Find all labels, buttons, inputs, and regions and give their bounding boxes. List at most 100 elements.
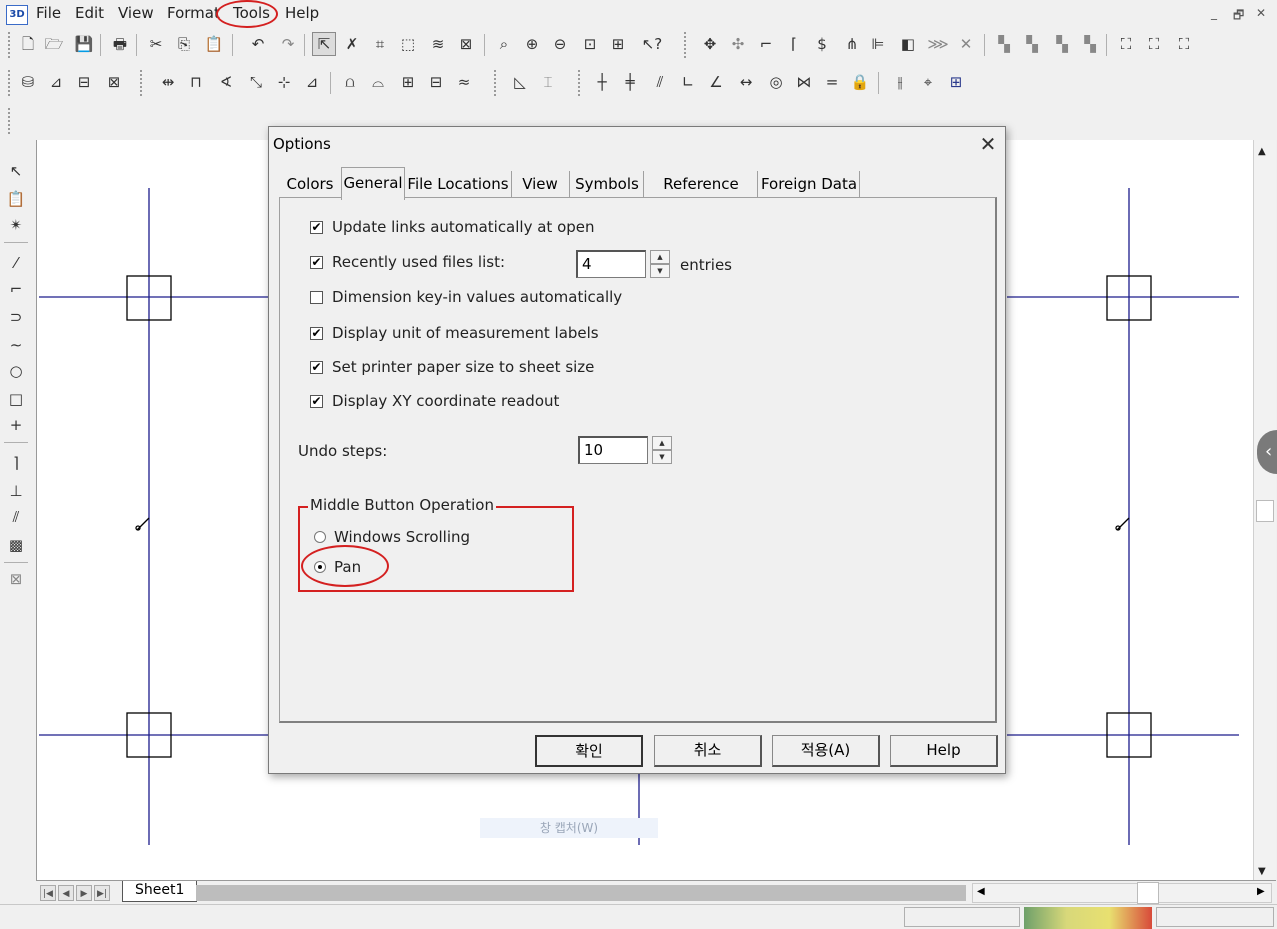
scroll-left-icon[interactable]: ◀ xyxy=(977,886,985,897)
text-edit-icon[interactable]: ⌶ xyxy=(536,70,560,94)
tab-view[interactable]: View xyxy=(511,171,570,197)
corner-icon[interactable]: ∟ xyxy=(676,70,700,94)
dim-radius-icon[interactable]: ⤡ xyxy=(244,70,268,94)
toolbar-grip[interactable] xyxy=(684,32,689,58)
tab-foreign-data[interactable]: Foreign Data xyxy=(759,171,860,197)
image-icon[interactable]: ⊠ xyxy=(454,32,478,56)
fit-icon[interactable]: ⊡ xyxy=(578,32,602,56)
wall-icon[interactable]: ⊟ xyxy=(72,70,96,94)
apply-button[interactable]: 적용(A) xyxy=(772,735,880,767)
perpendicular-icon[interactable]: ┼ xyxy=(590,70,614,94)
scroll-down-icon[interactable]: ▼ xyxy=(1258,866,1266,877)
select-all-icon[interactable]: ⬚ xyxy=(396,32,420,56)
fill-icon[interactable]: ◧ xyxy=(896,32,920,56)
extend-icon[interactable]: ⫽ xyxy=(5,506,27,528)
hatch-tool-icon[interactable]: ▩ xyxy=(5,534,27,556)
curve-icon[interactable]: ∼ xyxy=(5,334,27,356)
ungroup-icon[interactable]: ▚ xyxy=(1020,32,1044,56)
front-icon[interactable]: ▚ xyxy=(1050,32,1074,56)
close-app-button[interactable]: ✕ xyxy=(1256,6,1266,20)
toolbar-grip[interactable] xyxy=(140,70,145,96)
sheet-tab[interactable]: Sheet1 xyxy=(122,881,198,902)
menu-view[interactable]: View xyxy=(118,4,154,22)
ok-button[interactable]: 확인 xyxy=(535,735,643,767)
checkbox-box[interactable]: ✔ xyxy=(310,395,323,408)
beam-icon[interactable]: ⛁ xyxy=(16,70,40,94)
cut-icon[interactable]: ✂ xyxy=(144,32,168,56)
scroll-right-icon[interactable]: ▶ xyxy=(1257,886,1265,897)
sheet-first-button[interactable]: |◀ xyxy=(40,885,56,901)
equal-icon[interactable]: = xyxy=(820,70,844,94)
sheet-last-button[interactable]: ▶| xyxy=(94,885,110,901)
move-icon[interactable]: ✥ xyxy=(698,32,722,56)
rectangle-icon[interactable]: □ xyxy=(5,388,27,410)
toolbar-grip[interactable] xyxy=(8,32,13,58)
parallel-icon[interactable]: ⫽ xyxy=(648,70,672,94)
angle-icon[interactable]: ∠ xyxy=(704,70,728,94)
scroll-thumb[interactable] xyxy=(1256,500,1274,522)
arc-icon[interactable]: ⊃ xyxy=(5,306,27,328)
toolbar-grip[interactable] xyxy=(8,108,13,134)
toolbar-grip[interactable] xyxy=(494,70,499,96)
open-icon[interactable]: 🗁 xyxy=(42,32,66,56)
save-icon[interactable]: 💾 xyxy=(72,32,96,56)
redo-icon[interactable]: ↷ xyxy=(276,32,300,56)
checkbox-box[interactable]: ✔ xyxy=(310,361,323,374)
undo-icon[interactable]: ↶ xyxy=(246,32,270,56)
cancel-button[interactable]: 취소 xyxy=(654,735,762,767)
concentric-icon[interactable]: ◎ xyxy=(764,70,788,94)
zoom-in-icon[interactable]: ⊕ xyxy=(520,32,544,56)
trim-icon[interactable]: ⊥ xyxy=(5,480,27,502)
restore-button[interactable]: 🗗 xyxy=(1233,6,1244,27)
wave-icon[interactable]: ≈ xyxy=(452,70,476,94)
frame-icon[interactable]: ⛶ xyxy=(1114,32,1138,56)
group-icon[interactable]: ▚ xyxy=(992,32,1016,56)
checkbox-box[interactable]: ✔ xyxy=(310,221,323,234)
checkbox-box[interactable]: ✔ xyxy=(310,256,323,269)
table-icon[interactable]: ⊞ xyxy=(396,70,420,94)
zoom-out-icon[interactable]: ⊖ xyxy=(548,32,572,56)
checkbox-box[interactable] xyxy=(310,291,323,304)
erase-icon[interactable]: ✕ xyxy=(954,32,978,56)
fillet-icon[interactable]: ⌐ xyxy=(754,32,778,56)
midpoint-icon[interactable]: ╪ xyxy=(618,70,642,94)
delete-segment-icon[interactable]: ✗ xyxy=(340,32,364,56)
shade-icon[interactable]: ◺ xyxy=(508,70,532,94)
minimize-button[interactable]: _ xyxy=(1211,6,1217,20)
print-icon[interactable]: 🖶 xyxy=(108,32,132,56)
undo-steps-input[interactable]: 10 xyxy=(578,436,648,464)
copy-icon[interactable]: ⎘ xyxy=(172,32,196,56)
magic-select-icon[interactable]: ✴ xyxy=(5,214,27,236)
sheet-prev-button[interactable]: ◀ xyxy=(58,885,74,901)
horizontal-scrollbar[interactable]: ◀ ▶ xyxy=(972,882,1272,904)
layers-icon[interactable]: ≋ xyxy=(426,32,450,56)
toolbar-grip[interactable] xyxy=(578,70,583,96)
dialog-close-button[interactable]: ✕ xyxy=(975,131,1001,157)
frame2-icon[interactable]: ⛶ xyxy=(1142,32,1166,56)
copy-move-icon[interactable]: ✣ xyxy=(726,32,750,56)
menu-format[interactable]: Format xyxy=(167,4,220,22)
table2-icon[interactable]: ⊟ xyxy=(424,70,448,94)
vertical-scrollbar[interactable]: ▲ ▼ xyxy=(1253,140,1276,882)
break-icon[interactable]: ⌗ xyxy=(368,32,392,56)
offset-fillet-icon[interactable]: ⌈ xyxy=(782,32,806,56)
symbol-tool-icon[interactable]: ⊠ xyxy=(5,568,27,590)
dim-stack-icon[interactable]: ⊿ xyxy=(300,70,324,94)
hscroll-thumb[interactable] xyxy=(1137,882,1159,904)
circle-icon[interactable]: ○ xyxy=(5,360,27,382)
arrow-select-icon[interactable]: ↖ xyxy=(5,160,27,182)
zoom-window-icon[interactable]: ⊞ xyxy=(606,32,630,56)
radio-button[interactable] xyxy=(314,531,326,543)
dim-aligned-icon[interactable]: ⊓ xyxy=(184,70,208,94)
dim-angle-icon[interactable]: ∢ xyxy=(214,70,238,94)
symmetric-icon[interactable]: ⋈ xyxy=(792,70,816,94)
paste-icon[interactable]: 📋 xyxy=(202,32,226,56)
back-icon[interactable]: ▚ xyxy=(1078,32,1102,56)
help-pointer-icon[interactable]: ↖? xyxy=(640,32,664,56)
menu-edit[interactable]: Edit xyxy=(75,4,104,22)
spin-down-icon[interactable]: ▼ xyxy=(652,450,672,464)
zoom-area-icon[interactable]: ⌕ xyxy=(492,32,516,56)
menu-help[interactable]: Help xyxy=(285,4,319,22)
tab-general[interactable]: General xyxy=(341,167,405,200)
spiral-icon[interactable]: $ xyxy=(810,32,834,56)
